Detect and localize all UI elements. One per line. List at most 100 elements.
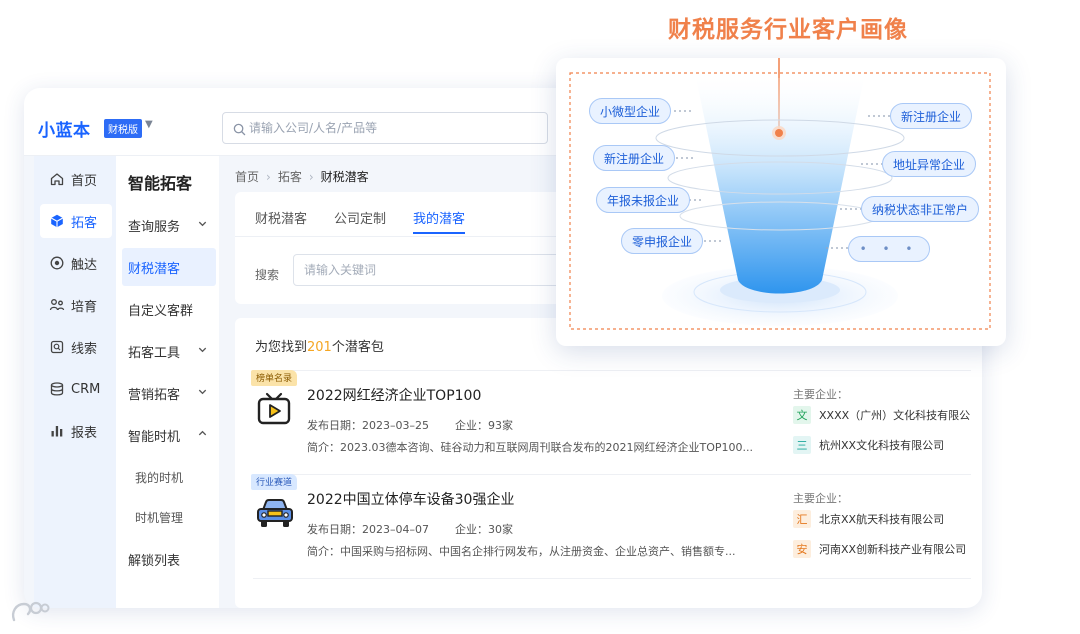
tag-pill: 新注册企业 [593,145,676,171]
breadcrumb: 首页 › 拓客 › 财税潜客 [235,168,369,185]
nav-label: 报表 [71,425,98,441]
funnel-title: 财税服务行业客户画像 [668,17,908,43]
nav-item-reports[interactable]: 报表 [40,414,112,448]
sub-item-label: 拓客工具 [128,345,181,361]
sub-item-label: 查询服务 [128,219,181,235]
tv-play-icon [255,390,293,432]
tag-pill: 新注册企业 [890,103,973,129]
prospect-package[interactable]: 行业赛道 2022中国立体停车设备30强企业 发布日期：2023–04–07 企业… [235,474,982,578]
home-icon [49,171,65,187]
tag-pill: 年报未报企业 [596,187,691,213]
chevron-down-icon [197,218,208,233]
result-count: 201 [307,340,332,355]
date-label: 发布日期： [307,523,362,536]
package-title[interactable]: 2022网红经济企业TOP100 [307,385,481,405]
breadcrumb-prospecting[interactable]: 拓客 [278,168,302,185]
package-tag: 行业赛道 [251,474,298,490]
global-search-input[interactable] [249,113,539,143]
sub-item-label: 时机管理 [135,510,184,525]
sub-item-label: 财税潜客 [128,261,181,277]
sub-item-timing-management[interactable]: 时机管理 [122,498,216,536]
nav-label: 线索 [71,341,98,357]
watermark-logo-icon [11,601,50,622]
count-value: 30家 [488,523,513,536]
breadcrumb-separator-icon: › [308,170,314,184]
nav-item-reach[interactable]: 触达 [40,246,112,280]
tab-tax-prospects[interactable]: 财税潜客 [255,208,307,234]
sub-item-tools[interactable]: 拓客工具 [122,332,216,370]
nav-item-crm[interactable]: CRM [40,372,112,406]
bar-chart-icon [49,423,65,439]
sub-item-marketing[interactable]: 营销拓客 [122,374,216,412]
company-name: XXXX（广州）文化科技有限公 [819,409,971,422]
nav-item-prospecting[interactable]: 拓客 [40,204,112,238]
tab-company-custom[interactable]: 公司定制 [334,208,386,234]
tag-pill: 零申报企业 [621,228,704,254]
chevron-down-icon [197,386,208,401]
results-card: 为您找到201个潜客包 榜单名录 2022网红经济企业TOP100 发布日期：2… [235,318,982,608]
nav-item-clues[interactable]: 线索 [40,330,112,364]
result-summary: 为您找到201个潜客包 [255,336,384,355]
sub-item-smart-timing[interactable]: 智能时机 [122,416,216,454]
global-search[interactable] [222,112,548,144]
main-companies-label: 主要企业： [793,388,848,401]
breadcrumb-current: 财税潜客 [320,170,369,184]
keyword-label: 搜索 [255,268,280,282]
nav-item-home[interactable]: 首页 [40,162,112,196]
sub-item-label: 解锁列表 [128,553,181,569]
cube-icon [49,213,65,229]
company-name: 北京XX航天科技有限公司 [819,513,945,526]
sub-item-custom-groups[interactable]: 自定义客群 [122,290,216,328]
app-logo[interactable]: 小蓝本 [38,116,91,141]
package-meta: 发布日期：2023–03–25 企业：93家 [307,417,513,433]
company-item[interactable]: 文 XXXX（广州）文化科技有限公 [793,406,970,424]
company-item[interactable]: 汇 北京XX航天科技有限公司 [793,510,944,528]
company-name: 河南XX创新科技产业有限公司 [819,543,967,556]
company-badge: 汇 [793,510,811,528]
sub-item-query-service[interactable]: 查询服务 [122,206,216,244]
target-icon [49,255,65,271]
clue-icon [49,339,65,355]
chevron-up-icon [197,428,208,443]
intro-text: 中国采购与招标网、中国名企排行网发布，从注册资金、企业总资产、销售额专... [340,545,736,558]
package-title[interactable]: 2022中国立体停车设备30强企业 [307,489,514,509]
package-meta: 发布日期：2023–04–07 企业：30家 [307,521,513,537]
left-nav: 首页 拓客 触达 培育 线索 CRM 报表 [34,156,116,608]
tag-pill: 纳税状态非正常户 [861,196,980,222]
package-intro: 简介：中国采购与招标网、中国名企排行网发布，从注册资金、企业总资产、销售额专..… [307,543,765,559]
company-item[interactable]: 三 杭州XX文化科技有限公司 [793,436,944,454]
company-item[interactable]: 安 河南XX创新科技产业有限公司 [793,540,966,558]
company-badge: 三 [793,436,811,454]
sub-nav-title: 智能拓客 [128,174,193,193]
tag-pill: 地址异常企业 [882,151,977,177]
chevron-down-icon[interactable]: ▼ [145,119,153,130]
car-icon [255,494,295,536]
sub-item-label: 自定义客群 [128,303,194,319]
customer-profile-popup: 小微型企业 新注册企业 年报未报企业 零申报企业 新注册企业 地址异常企业 纳税… [556,58,1006,346]
people-icon [49,297,65,313]
company-name: 杭州XX文化科技有限公司 [819,439,945,452]
sub-item-tax-prospects[interactable]: 财税潜客 [122,248,216,286]
result-prefix: 为您找到 [255,340,308,355]
chevron-down-icon [197,344,208,359]
edition-badge[interactable]: 财税版 [104,119,142,138]
nav-item-nurture[interactable]: 培育 [40,288,112,322]
breadcrumb-home[interactable]: 首页 [235,168,259,185]
date-value: 2023–04–07 [362,523,429,536]
tab-my-prospects[interactable]: 我的潜客 [413,208,466,234]
date-label: 发布日期： [307,419,362,432]
keyword-input[interactable] [293,254,593,286]
prospect-package[interactable]: 榜单名录 2022网红经济企业TOP100 发布日期：2023–03–25 企业：… [235,370,982,474]
company-badge: 文 [793,406,811,424]
package-tag: 榜单名录 [251,370,298,386]
breadcrumb-separator-icon: › [266,170,271,184]
sub-item-my-timing[interactable]: 我的时机 [122,458,216,496]
sub-item-label: 我的时机 [135,470,184,485]
sub-item-unlock-list[interactable]: 解锁列表 [122,540,216,578]
database-icon [49,381,65,397]
nav-label: 触达 [71,257,98,273]
nav-label: CRM [71,381,101,397]
intro-text: 2023.03德本咨询、硅谷动力和互联网周刊联合发布的2021网红经济企业TOP… [340,441,753,454]
count-value: 93家 [488,419,513,432]
divider [253,578,971,579]
